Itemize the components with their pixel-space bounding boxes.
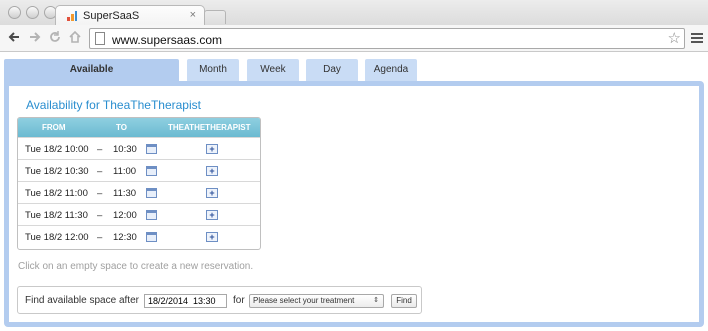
slot-dash: – — [97, 166, 103, 177]
availability-title: Availability for TheaTheTherapist — [26, 98, 201, 112]
add-reservation-button[interactable]: + — [206, 144, 218, 154]
page-icon — [95, 32, 105, 45]
browser-tab-supersaas[interactable]: SuperSaaS × — [55, 5, 205, 26]
add-reservation-button[interactable]: + — [206, 188, 218, 198]
availability-table: FROM TO THEATHETHERAPIST Tue 18/2 10:00 … — [17, 117, 261, 250]
reload-icon[interactable] — [47, 30, 63, 46]
availability-panel-body: Availability for TheaTheTherapist FROM T… — [9, 86, 699, 322]
find-space-label: Find available space after — [25, 295, 139, 306]
minimize-window-button[interactable] — [26, 6, 39, 19]
page-content: Available Month Week Day Agenda Availabi… — [0, 53, 708, 331]
address-bar[interactable]: ☆ — [89, 28, 685, 49]
tab-week[interactable]: Week — [247, 59, 299, 81]
calendar-icon[interactable] — [146, 144, 157, 154]
table-row: Tue 18/2 11:00 – 11:30 + — [18, 181, 260, 203]
tab-close-icon[interactable]: × — [190, 9, 196, 21]
add-reservation-button[interactable]: + — [206, 166, 218, 176]
slot-from: Tue 18/2 10:30 — [25, 166, 89, 177]
calendar-icon[interactable] — [146, 188, 157, 198]
slot-from: Tue 18/2 10:00 — [25, 144, 89, 155]
tab-agenda[interactable]: Agenda — [365, 59, 417, 81]
find-button[interactable]: Find — [391, 294, 417, 308]
browser-tab-title: SuperSaaS — [83, 10, 140, 22]
slot-from: Tue 18/2 11:00 — [25, 188, 88, 199]
column-header-resource: THEATHETHERAPIST — [168, 123, 251, 132]
slot-dash: – — [97, 232, 103, 243]
forward-icon[interactable] — [27, 30, 43, 46]
availability-panel: Availability for TheaTheTherapist FROM T… — [4, 81, 704, 327]
slot-to: 12:00 — [113, 210, 137, 221]
calendar-icon[interactable] — [146, 210, 157, 220]
new-tab-button[interactable] — [204, 10, 226, 24]
treatment-select[interactable]: Please select your treatment ⇕ — [249, 294, 384, 308]
supersaas-favicon-icon — [67, 11, 77, 21]
table-row: Tue 18/2 10:00 – 10:30 + — [18, 137, 260, 159]
browser-titlebar: SuperSaaS × — [0, 0, 708, 26]
select-arrows-icon: ⇕ — [373, 297, 379, 304]
tab-month[interactable]: Month — [187, 59, 239, 81]
slot-dash: – — [97, 144, 103, 155]
slot-dash: – — [97, 210, 103, 221]
add-reservation-button[interactable]: + — [206, 210, 218, 220]
tab-day[interactable]: Day — [306, 59, 358, 81]
browser-toolbar: ☆ — [0, 25, 708, 52]
home-icon[interactable] — [67, 30, 83, 46]
slot-from: Tue 18/2 11:30 — [25, 210, 88, 221]
close-window-button[interactable] — [8, 6, 21, 19]
table-row: Tue 18/2 11:30 – 12:00 + — [18, 203, 260, 225]
column-header-from: FROM — [42, 123, 66, 132]
slot-to: 11:30 — [113, 188, 137, 199]
back-icon[interactable] — [6, 30, 22, 46]
slot-from: Tue 18/2 12:00 — [25, 232, 89, 243]
slot-dash: – — [97, 188, 103, 199]
slot-to: 12:30 — [113, 232, 137, 243]
slot-to: 10:30 — [113, 144, 137, 155]
url-input[interactable] — [110, 32, 650, 48]
table-header: FROM TO THEATHETHERAPIST — [18, 118, 260, 137]
slot-to: 11:00 — [113, 166, 137, 177]
find-date-input[interactable] — [144, 294, 227, 308]
table-row: Tue 18/2 12:00 – 12:30 + — [18, 225, 260, 247]
add-reservation-button[interactable]: + — [206, 232, 218, 242]
for-label: for — [233, 295, 245, 306]
table-row: Tue 18/2 10:30 – 11:00 + — [18, 159, 260, 181]
calendar-icon[interactable] — [146, 232, 157, 242]
find-space-form: Find available space after for Please se… — [17, 286, 422, 314]
calendar-icon[interactable] — [146, 166, 157, 176]
column-header-to: TO — [116, 123, 127, 132]
bookmark-star-icon[interactable]: ☆ — [668, 30, 681, 47]
hamburger-menu-icon[interactable] — [691, 33, 703, 44]
reservation-hint: Click on an empty space to create a new … — [18, 261, 254, 272]
treatment-select-value: Please select your treatment — [253, 296, 355, 305]
